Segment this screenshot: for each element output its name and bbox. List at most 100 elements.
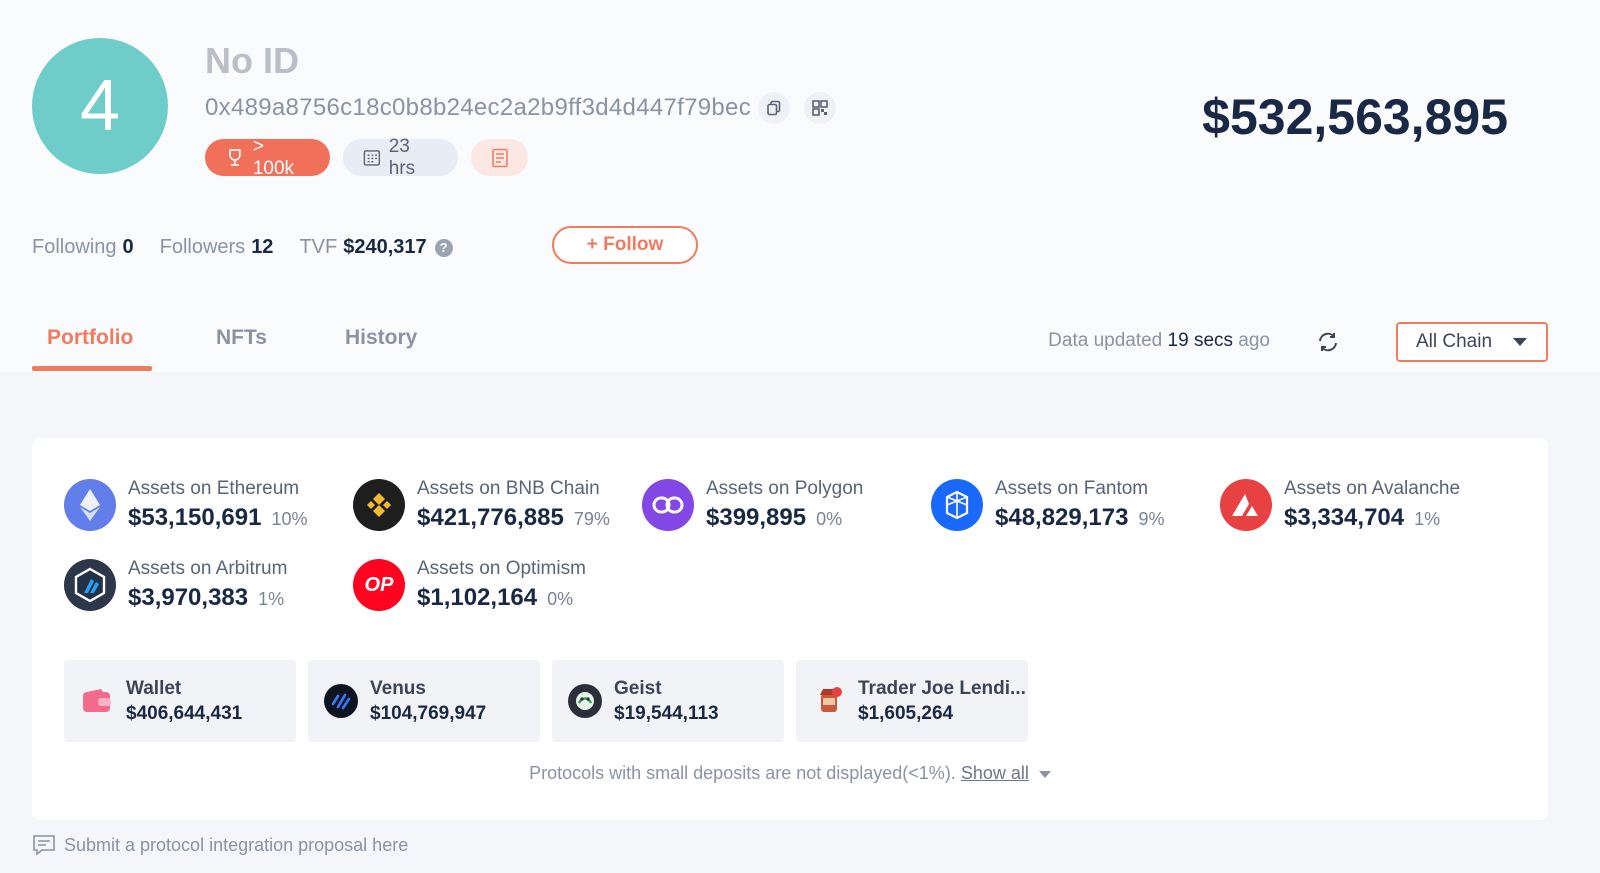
- portfolio-card: Assets on Ethereum $53,150,691 10% Assets…: [32, 438, 1548, 820]
- chain-select-value: All Chain: [1416, 331, 1493, 352]
- protocol-proposal-link[interactable]: Submit a protocol integration proposal h…: [32, 834, 408, 856]
- following-value: 0: [122, 236, 134, 258]
- optimism-icon: OP: [353, 559, 405, 611]
- tab-history[interactable]: History: [345, 326, 417, 350]
- chain-percent: 79%: [573, 509, 610, 529]
- chain-label: Assets on Ethereum: [128, 478, 300, 499]
- protocol-value: $406,644,431: [126, 702, 243, 724]
- rank-badge-label: > 100k: [252, 135, 295, 179]
- fantom-icon: [931, 479, 983, 531]
- protocol-name: Wallet: [126, 677, 182, 699]
- avatar: 4: [32, 38, 168, 174]
- geist-icon: [568, 684, 602, 718]
- tvf-stat: TVF $240,317 ?: [299, 236, 453, 259]
- tvf-label: TVF: [299, 236, 338, 258]
- report-badge[interactable]: [471, 139, 528, 176]
- protocol-card-geist[interactable]: Geist $19,544,113: [552, 660, 784, 742]
- followers-value: 12: [251, 236, 274, 258]
- avalanche-icon: [1220, 479, 1272, 531]
- data-updated-time: 19 secs: [1167, 330, 1234, 351]
- social-stats: Following 0 Followers 12 TVF $240,317 ?: [32, 236, 479, 259]
- wallet-address: 0x489a8756c18c0b8b24ec2a2b9ff3d4d447f79b…: [205, 94, 751, 121]
- copy-address-button[interactable]: [758, 92, 790, 124]
- following-label: Following: [32, 236, 117, 258]
- chain-value: $399,895: [706, 504, 807, 531]
- chain-summary-optimism[interactable]: OP Assets on Optimism $1,102,164 0%: [353, 558, 586, 612]
- refresh-button[interactable]: [1314, 328, 1342, 356]
- chain-label: Assets on Fantom: [995, 478, 1149, 499]
- tab-portfolio[interactable]: Portfolio: [47, 326, 133, 350]
- show-all-link[interactable]: Show all: [961, 763, 1029, 783]
- protocol-name: Venus: [370, 677, 426, 699]
- time-badge-label: 23 hrs: [388, 135, 416, 179]
- chat-icon: [33, 835, 55, 856]
- chain-percent: 10%: [271, 509, 308, 529]
- ethereum-icon: [64, 479, 116, 531]
- chain-summary-avalanche[interactable]: Assets on Avalanche $3,334,704 1%: [1220, 478, 1460, 532]
- chain-value: $1,102,164: [417, 584, 538, 611]
- time-badge[interactable]: 23 hrs: [343, 136, 458, 179]
- chain-label: Assets on Avalanche: [1284, 478, 1461, 499]
- arbitrum-icon: [64, 559, 116, 611]
- followers-stat[interactable]: Followers 12: [160, 236, 274, 259]
- chain-value: $48,829,173: [995, 504, 1129, 531]
- chain-summary-ethereum[interactable]: Assets on Ethereum $53,150,691 10%: [64, 478, 308, 532]
- protocol-value: $1,605,264: [858, 702, 954, 724]
- polygon-icon: [642, 479, 694, 531]
- chain-summary-polygon[interactable]: Assets on Polygon $399,895 0%: [642, 478, 863, 532]
- bnb-icon: [353, 479, 405, 531]
- calendar-icon: [363, 150, 381, 166]
- trader-joe-icon: [812, 684, 846, 718]
- active-tab-indicator: [32, 366, 152, 371]
- chain-label: Assets on Arbitrum: [128, 558, 288, 579]
- qr-code-icon: [812, 100, 828, 116]
- chain-label: Assets on BNB Chain: [417, 478, 600, 499]
- chain-percent: 1%: [1414, 509, 1441, 529]
- protocol-card-wallet[interactable]: Wallet $406,644,431: [64, 660, 296, 742]
- document-icon: [491, 148, 508, 167]
- profile-header: 4 No ID 0x489a8756c18c0b8b24ec2a2b9ff3d4…: [0, 0, 1600, 372]
- venus-icon: [324, 684, 358, 718]
- chain-value: $53,150,691: [128, 504, 262, 531]
- data-updated-status: Data updated 19 secs ago: [1048, 330, 1270, 352]
- protocol-card-venus[interactable]: Venus $104,769,947: [308, 660, 540, 742]
- chain-value: $3,334,704: [1284, 504, 1405, 531]
- protocol-name: Geist: [614, 677, 662, 699]
- trophy-icon: [229, 148, 241, 166]
- followers-label: Followers: [159, 236, 246, 258]
- data-updated-prefix: Data updated: [1048, 330, 1163, 351]
- chain-summary-bnb[interactable]: Assets on BNB Chain $421,776,885 79%: [353, 478, 610, 532]
- protocol-value: $104,769,947: [370, 702, 487, 724]
- protocol-card-trader-joe[interactable]: Trader Joe Lendi... $1,605,264: [796, 660, 1028, 742]
- protocol-name: Trader Joe Lendi...: [858, 677, 1026, 699]
- chain-percent: 0%: [547, 589, 574, 609]
- copy-icon: [767, 100, 781, 116]
- profile-name: No ID: [205, 40, 299, 81]
- qr-code-button[interactable]: [804, 92, 836, 124]
- chain-summary-arbitrum[interactable]: Assets on Arbitrum $3,970,383 1%: [64, 558, 287, 612]
- tvf-value: $240,317: [343, 236, 427, 258]
- protocol-proposal-text: Submit a protocol integration proposal h…: [64, 834, 409, 855]
- small-deposits-note: Protocols with small deposits are not di…: [32, 763, 1548, 784]
- tab-nfts[interactable]: NFTs: [216, 326, 267, 350]
- chain-value: $421,776,885: [417, 504, 564, 531]
- protocol-value: $19,544,113: [614, 702, 719, 724]
- following-stat[interactable]: Following 0: [32, 236, 134, 259]
- chain-summary-fantom[interactable]: Assets on Fantom $48,829,173 9%: [931, 478, 1164, 532]
- chain-percent: 0%: [816, 509, 843, 529]
- chain-label: Assets on Polygon: [706, 478, 864, 499]
- chain-percent: 1%: [258, 589, 285, 609]
- rank-badge[interactable]: > 100k: [205, 136, 330, 179]
- data-updated-suffix: ago: [1238, 330, 1270, 351]
- chain-value: $3,970,383: [128, 584, 249, 611]
- chain-percent: 9%: [1138, 509, 1165, 529]
- refresh-icon: [1319, 332, 1337, 352]
- chain-label: Assets on Optimism: [417, 558, 586, 579]
- follow-button[interactable]: + Follow: [552, 226, 698, 264]
- help-icon[interactable]: ?: [434, 238, 453, 257]
- caret-down-icon: [1513, 338, 1527, 346]
- total-balance: $532,563,895: [1202, 89, 1508, 145]
- caret-down-icon[interactable]: [1038, 770, 1051, 778]
- chain-select[interactable]: All Chain: [1396, 322, 1548, 362]
- wallet-icon: [80, 684, 114, 718]
